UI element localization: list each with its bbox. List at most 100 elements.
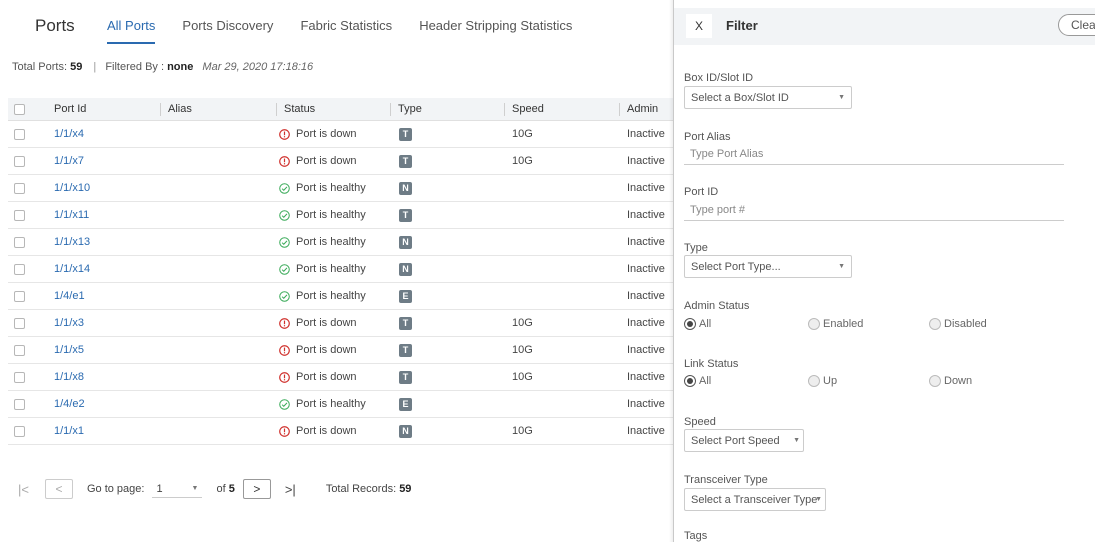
- row-select-cell: [14, 202, 25, 228]
- port-id-label: Port ID: [684, 186, 719, 198]
- speed-select[interactable]: Select Port Speed ▼: [684, 429, 804, 452]
- row-checkbox[interactable]: [14, 236, 25, 248]
- port-alias-label: Port Alias: [684, 131, 731, 143]
- next-page-button[interactable]: >: [242, 479, 271, 499]
- tab-header-stripping-statistics[interactable]: Header Stripping Statistics: [419, 18, 572, 44]
- status-cell: Port is healthy: [279, 175, 366, 201]
- row-checkbox[interactable]: [14, 155, 25, 167]
- column-header-type[interactable]: Type: [390, 98, 422, 120]
- tab-fabric-statistics[interactable]: Fabric Statistics: [300, 18, 392, 44]
- tab-all-ports[interactable]: All Ports: [107, 18, 156, 44]
- port-id-link[interactable]: 1/1/x10: [54, 182, 90, 194]
- prev-page-button[interactable]: <: [44, 479, 73, 499]
- clear-filter-button[interactable]: Clear: [1058, 14, 1095, 36]
- row-checkbox[interactable]: [14, 182, 25, 194]
- port-type-badge: E: [399, 397, 412, 411]
- port-id-cell: 1/1/x3: [54, 310, 84, 336]
- table-row[interactable]: 1/1/x7 Port is down T 10G Inactive: [8, 148, 674, 175]
- caret-down-icon: ▼: [815, 496, 822, 503]
- port-id-link[interactable]: 1/1/x1: [54, 425, 84, 437]
- select-all-checkbox[interactable]: [14, 103, 25, 115]
- speed-cell: 10G: [512, 425, 533, 437]
- of-label: of: [216, 483, 226, 495]
- row-checkbox[interactable]: [14, 371, 25, 383]
- ports-summary: Total Ports: 59 | Filtered By : none Mar…: [12, 61, 313, 73]
- row-checkbox[interactable]: [14, 317, 25, 329]
- ports-table: Port Id Alias Status Type Speed Admin 1/…: [8, 98, 674, 445]
- port-id-link[interactable]: 1/1/x3: [54, 317, 84, 329]
- column-header-alias[interactable]: Alias: [160, 98, 192, 120]
- column-header-speed[interactable]: Speed: [504, 98, 544, 120]
- row-select-cell: [14, 256, 25, 282]
- first-page-icon[interactable]: |<: [18, 482, 29, 497]
- port-id-input[interactable]: [684, 199, 1064, 221]
- row-checkbox[interactable]: [14, 263, 25, 275]
- goto-page-label: Go to page:: [86, 483, 145, 495]
- type-cell: E: [399, 283, 412, 309]
- port-id-link[interactable]: 1/1/x8: [54, 371, 84, 383]
- row-checkbox[interactable]: [14, 290, 25, 302]
- table-row[interactable]: 1/4/e2 Port is healthy E Inactive: [8, 391, 674, 418]
- last-page-icon[interactable]: >|: [285, 482, 296, 497]
- type-cell: N: [399, 229, 412, 255]
- exclamation-circle-icon: [279, 425, 290, 437]
- transceiver-type-placeholder: Select a Transceiver Type: [691, 493, 818, 506]
- table-row[interactable]: 1/1/x10 Port is healthy N Inactive: [8, 175, 674, 202]
- page-select-value: 1: [156, 482, 163, 495]
- port-id-link[interactable]: 1/1/x11: [54, 209, 89, 221]
- row-checkbox[interactable]: [14, 128, 25, 140]
- table-row[interactable]: 1/1/x11 Port is healthy T Inactive: [8, 202, 674, 229]
- status-cell: Port is healthy: [279, 283, 366, 309]
- column-header-admin[interactable]: Admin: [618, 98, 658, 120]
- admin-status-enabled-radio[interactable]: Enabled: [808, 318, 863, 330]
- table-row[interactable]: 1/1/x4 Port is down T 10G Inactive: [8, 121, 674, 148]
- caret-down-icon: ▼: [838, 94, 845, 101]
- table-row[interactable]: 1/1/x14 Port is healthy N Inactive: [8, 256, 674, 283]
- port-id-link[interactable]: 1/1/x14: [54, 263, 90, 275]
- port-id-link[interactable]: 1/4/e1: [54, 290, 85, 302]
- transceiver-type-select[interactable]: Select a Transceiver Type ▼: [684, 488, 826, 511]
- port-id-link[interactable]: 1/4/e2: [54, 398, 85, 410]
- port-id-link[interactable]: 1/1/x13: [54, 236, 90, 248]
- box-slot-select[interactable]: Select a Box/Slot ID ▼: [684, 86, 852, 109]
- port-id-link[interactable]: 1/1/x5: [54, 344, 84, 356]
- link-status-all-radio[interactable]: All: [684, 375, 711, 387]
- link-status-label: Link Status: [684, 358, 739, 370]
- column-header-status[interactable]: Status: [275, 98, 315, 120]
- page-select[interactable]: 1 ▼: [152, 480, 203, 498]
- column-header-port-id[interactable]: Port Id: [54, 98, 86, 120]
- tab-ports-discovery[interactable]: Ports Discovery: [182, 18, 273, 44]
- port-id-link[interactable]: 1/1/x4: [54, 128, 84, 140]
- port-type-badge: T: [399, 208, 412, 222]
- row-checkbox[interactable]: [14, 344, 25, 356]
- box-slot-placeholder: Select a Box/Slot ID: [691, 91, 789, 104]
- close-filter-button[interactable]: X: [686, 14, 712, 38]
- port-type-badge: N: [399, 235, 412, 249]
- row-checkbox[interactable]: [14, 209, 25, 221]
- port-id-cell: 1/1/x7: [54, 148, 84, 174]
- port-alias-input[interactable]: [684, 143, 1064, 165]
- port-id-link[interactable]: 1/1/x7: [54, 155, 84, 167]
- table-row[interactable]: 1/1/x8 Port is down T 10G Inactive: [8, 364, 674, 391]
- status-cell: Port is down: [279, 148, 357, 174]
- table-body: 1/1/x4 Port is down T 10G Inactive 1/1/x7 Port…: [8, 121, 674, 445]
- type-label: Type: [684, 242, 708, 254]
- port-type-select[interactable]: Select Port Type... ▼: [684, 255, 852, 278]
- admin-status-all-radio[interactable]: All: [684, 318, 711, 330]
- total-ports-value: 59: [70, 61, 83, 73]
- status-cell: Port is healthy: [279, 202, 366, 228]
- row-checkbox[interactable]: [14, 398, 25, 410]
- check-circle-icon: [279, 236, 290, 248]
- table-row[interactable]: 1/1/x5 Port is down T 10G Inactive: [8, 337, 674, 364]
- page-count: of 5: [216, 483, 234, 495]
- link-status-up-radio[interactable]: Up: [808, 375, 837, 387]
- table-row[interactable]: 1/4/e1 Port is healthy E Inactive: [8, 283, 674, 310]
- row-checkbox[interactable]: [14, 425, 25, 437]
- table-row[interactable]: 1/1/x3 Port is down T 10G Inactive: [8, 310, 674, 337]
- table-row[interactable]: 1/1/x1 Port is down N 10G Inactive: [8, 418, 674, 445]
- table-row[interactable]: 1/1/x13 Port is healthy N Inactive: [8, 229, 674, 256]
- admin-status-disabled-radio[interactable]: Disabled: [929, 318, 987, 330]
- filtered-by-value: none: [167, 61, 194, 73]
- link-status-down-radio[interactable]: Down: [929, 375, 972, 387]
- type-cell: T: [399, 310, 412, 336]
